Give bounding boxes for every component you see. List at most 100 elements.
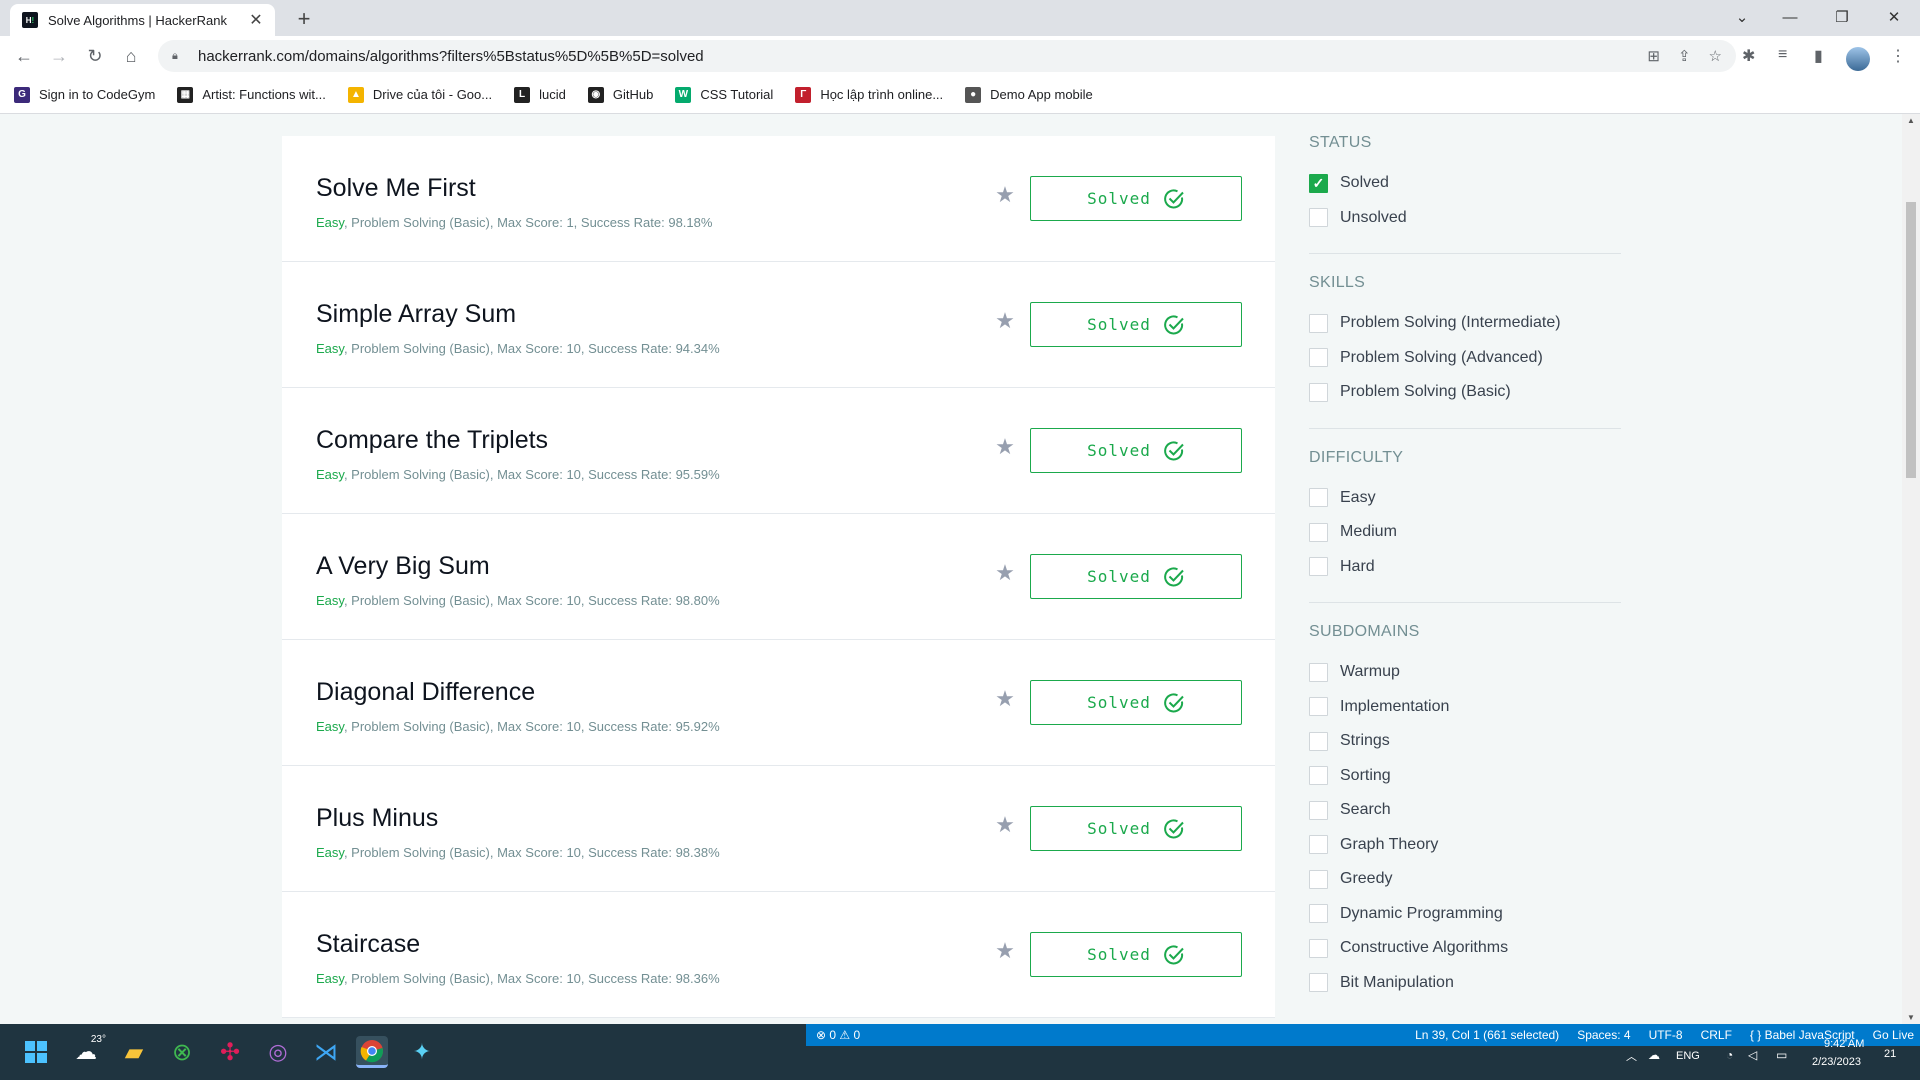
solved-button[interactable]: Solved: [1030, 176, 1242, 221]
filter-option[interactable]: Medium: [1309, 515, 1621, 550]
battery-icon[interactable]: ▭: [1776, 1048, 1787, 1062]
bookmark-star-icon[interactable]: ★: [994, 814, 1016, 836]
new-tab-button[interactable]: +: [290, 6, 318, 34]
profile-avatar[interactable]: [1846, 47, 1870, 71]
filter-option[interactable]: Greedy: [1309, 862, 1621, 897]
filter-option[interactable]: Dynamic Programming: [1309, 897, 1621, 932]
back-icon[interactable]: ←: [10, 42, 38, 70]
checkbox-icon[interactable]: [1309, 488, 1328, 508]
bookmark-star-icon[interactable]: ★: [994, 436, 1016, 458]
bookmark-item[interactable]: ● Demo App mobile: [965, 86, 1093, 103]
close-tab-icon[interactable]: ✕: [247, 10, 265, 30]
challenge-card[interactable]: Solve Me First Easy, Problem Solving (Bas…: [282, 136, 1275, 262]
wifi-icon[interactable]: ◔: [1726, 1048, 1733, 1062]
translate-icon[interactable]: ⊞: [1647, 47, 1660, 65]
cursor-position[interactable]: Ln 39, Col 1 (661 selected): [1415, 1028, 1559, 1042]
challenge-name[interactable]: Plus Minus: [316, 804, 438, 833]
restore-button[interactable]: ❐: [1818, 0, 1866, 34]
home-icon[interactable]: ⌂: [117, 42, 145, 70]
checkbox-icon[interactable]: [1309, 835, 1328, 855]
bookmark-star-icon[interactable]: ★: [994, 688, 1016, 710]
checkbox-checked-icon[interactable]: ✓: [1309, 173, 1328, 193]
clock-time[interactable]: 9:42 AM: [1824, 1038, 1864, 1050]
filter-option[interactable]: Unsolved: [1309, 201, 1621, 236]
checkbox-icon[interactable]: [1309, 869, 1328, 889]
filter-option[interactable]: Easy: [1309, 481, 1621, 516]
bookmark-star-icon[interactable]: ☆: [1709, 47, 1722, 65]
indentation[interactable]: Spaces: 4: [1577, 1028, 1630, 1042]
bookmark-star-icon[interactable]: ★: [994, 562, 1016, 584]
go-live-button[interactable]: Go Live: [1873, 1028, 1914, 1042]
weather-icon[interactable]: ☁ 23°: [70, 1034, 106, 1068]
bookmark-item[interactable]: Γ Học lập trình online...: [795, 86, 943, 103]
challenge-card[interactable]: Diagonal Difference Easy, Problem Solving…: [282, 640, 1275, 766]
bookmark-item[interactable]: ▲ Drive của tôi - Goo...: [347, 86, 492, 103]
checkbox-icon[interactable]: [1309, 938, 1328, 958]
xbox-icon[interactable]: ⊗: [166, 1036, 198, 1068]
chrome-icon[interactable]: [356, 1036, 388, 1068]
filter-option[interactable]: Problem Solving (Advanced): [1309, 341, 1621, 376]
filter-option[interactable]: Sorting: [1309, 759, 1621, 794]
challenge-name[interactable]: A Very Big Sum: [316, 552, 490, 581]
filter-option[interactable]: Search: [1309, 793, 1621, 828]
page-scrollbar[interactable]: ▲ ▼: [1902, 114, 1920, 1024]
checkbox-icon[interactable]: [1309, 904, 1328, 924]
challenge-name[interactable]: Staircase: [316, 930, 420, 959]
checkbox-icon[interactable]: [1309, 313, 1328, 333]
filter-option[interactable]: Implementation: [1309, 690, 1621, 725]
tab-search-icon[interactable]: ⌄: [1718, 0, 1766, 34]
challenge-name[interactable]: Simple Array Sum: [316, 300, 516, 329]
cloud-icon[interactable]: ☁: [1648, 1048, 1660, 1062]
clock-date[interactable]: 2/23/2023: [1812, 1056, 1861, 1068]
challenge-name[interactable]: Solve Me First: [316, 174, 476, 203]
checkbox-icon[interactable]: [1309, 731, 1328, 751]
bookmark-item[interactable]: G Sign in to CodeGym: [14, 86, 155, 103]
scroll-up-icon[interactable]: ▲: [1906, 116, 1916, 125]
bookmark-star-icon[interactable]: ★: [994, 184, 1016, 206]
solved-button[interactable]: Solved: [1030, 932, 1242, 977]
instagram-icon[interactable]: ◎: [262, 1036, 294, 1068]
solved-button[interactable]: Solved: [1030, 554, 1242, 599]
checkbox-icon[interactable]: [1309, 208, 1328, 228]
checkbox-icon[interactable]: [1309, 557, 1328, 577]
filter-option[interactable]: Problem Solving (Intermediate): [1309, 306, 1621, 341]
bookmark-item[interactable]: ▦ Artist: Functions wit...: [177, 86, 326, 103]
checkbox-icon[interactable]: [1309, 766, 1328, 786]
filter-option[interactable]: Strings: [1309, 724, 1621, 759]
challenge-name[interactable]: Compare the Triplets: [316, 426, 548, 455]
media-icon[interactable]: ≡: [1778, 46, 1787, 64]
menu-icon[interactable]: ⋮: [1890, 46, 1906, 66]
bookmark-star-icon[interactable]: ★: [994, 310, 1016, 332]
filter-option[interactable]: ✓ Solved: [1309, 166, 1621, 201]
challenge-card[interactable]: Compare the Triplets Easy, Problem Solvin…: [282, 388, 1275, 514]
filter-option[interactable]: Bit Manipulation: [1309, 966, 1621, 1001]
bookmark-item[interactable]: ◉ GitHub: [587, 86, 653, 103]
slack-icon[interactable]: ✣: [214, 1036, 246, 1068]
checkbox-icon[interactable]: [1309, 662, 1328, 682]
side-panel-icon[interactable]: ▮: [1814, 46, 1823, 66]
close-window-button[interactable]: ✕: [1870, 0, 1918, 34]
windows-start-icon[interactable]: [20, 1036, 52, 1068]
language-indicator[interactable]: ENG: [1676, 1050, 1700, 1062]
challenge-card[interactable]: Staircase Easy, Problem Solving (Basic), …: [282, 892, 1275, 1018]
bookmark-item[interactable]: Llucid: [514, 86, 566, 103]
solved-button[interactable]: Solved: [1030, 806, 1242, 851]
filter-option[interactable]: Hard: [1309, 550, 1621, 585]
checkbox-icon[interactable]: [1309, 800, 1328, 820]
vscode-icon[interactable]: ⋊: [310, 1036, 342, 1068]
tray-chevron-icon[interactable]: ︿: [1626, 1048, 1637, 1064]
filter-option[interactable]: Warmup: [1309, 655, 1621, 690]
line-ending[interactable]: CRLF: [1701, 1028, 1732, 1042]
app-icon[interactable]: ✦: [406, 1036, 438, 1068]
share-icon[interactable]: ⇪: [1678, 47, 1691, 65]
challenge-card[interactable]: A Very Big Sum Easy, Problem Solving (Bas…: [282, 514, 1275, 640]
bookmark-item[interactable]: W CSS Tutorial: [675, 86, 773, 103]
minimize-button[interactable]: —: [1766, 0, 1814, 34]
filter-option[interactable]: Graph Theory: [1309, 828, 1621, 863]
challenge-card[interactable]: Plus Minus Easy, Problem Solving (Basic),…: [282, 766, 1275, 892]
checkbox-icon[interactable]: [1309, 522, 1328, 542]
scrollbar-thumb[interactable]: [1906, 202, 1916, 478]
checkbox-icon[interactable]: [1309, 348, 1328, 368]
notification-count[interactable]: 21: [1884, 1048, 1896, 1060]
solved-button[interactable]: Solved: [1030, 428, 1242, 473]
